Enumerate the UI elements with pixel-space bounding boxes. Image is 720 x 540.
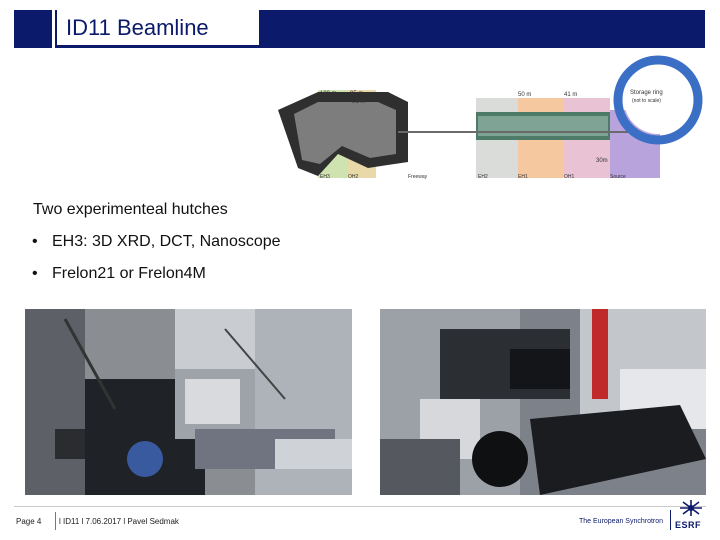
bullet-item: • EH3: 3D XRD, DCT, Nanoscope	[32, 233, 281, 251]
section-label: EH1	[518, 174, 528, 180]
experimental-hutch-photo-2	[380, 309, 706, 495]
header-left-block	[14, 10, 52, 48]
page-number: Page 4	[16, 517, 42, 526]
distance-label: 100 m	[320, 91, 337, 97]
section-label: OH2	[348, 174, 359, 180]
storage-ring-sub: (not to scale)	[632, 98, 661, 104]
section-label: EH3	[320, 174, 330, 180]
footer-separator	[55, 512, 56, 530]
experimental-hutch-photo-1	[25, 309, 352, 495]
distance-label: 91 m	[352, 99, 365, 105]
footer-text: l ID11 l 7.06.2017 l Pavel Sedmak	[59, 517, 179, 526]
bullet-symbol: •	[32, 265, 38, 282]
logo-text: ESRF	[675, 520, 702, 530]
brand-text: The European Synchrotron	[579, 518, 664, 525]
section-label: EH2	[478, 174, 488, 180]
storage-ring-label: Storage ring	[630, 90, 663, 96]
distance-label: 95 m	[350, 91, 363, 97]
bullet-symbol: •	[32, 233, 38, 250]
section-label: OH1	[564, 174, 575, 180]
footer-divider	[14, 506, 706, 507]
section-label: Source	[610, 174, 626, 180]
distance-label: 50 m	[518, 92, 531, 98]
slide-title: ID11 Beamline	[66, 15, 209, 40]
bullet-item: • Frelon21 or Frelon4M	[32, 265, 206, 283]
lead-text: Two experimenteal hutches	[33, 201, 228, 218]
distance-label: 30m	[596, 158, 608, 164]
brand-separator	[670, 510, 671, 530]
distance-label: 41 m	[564, 92, 577, 98]
bullet-text: Frelon21 or Frelon4M	[52, 265, 206, 282]
section-label: Freeway	[408, 174, 428, 180]
bullet-text: EH3: 3D XRD, DCT, Nanoscope	[52, 233, 281, 250]
beamline-schematic: Storage ring (not to scale) 100 m 95 m 9…	[278, 55, 703, 180]
